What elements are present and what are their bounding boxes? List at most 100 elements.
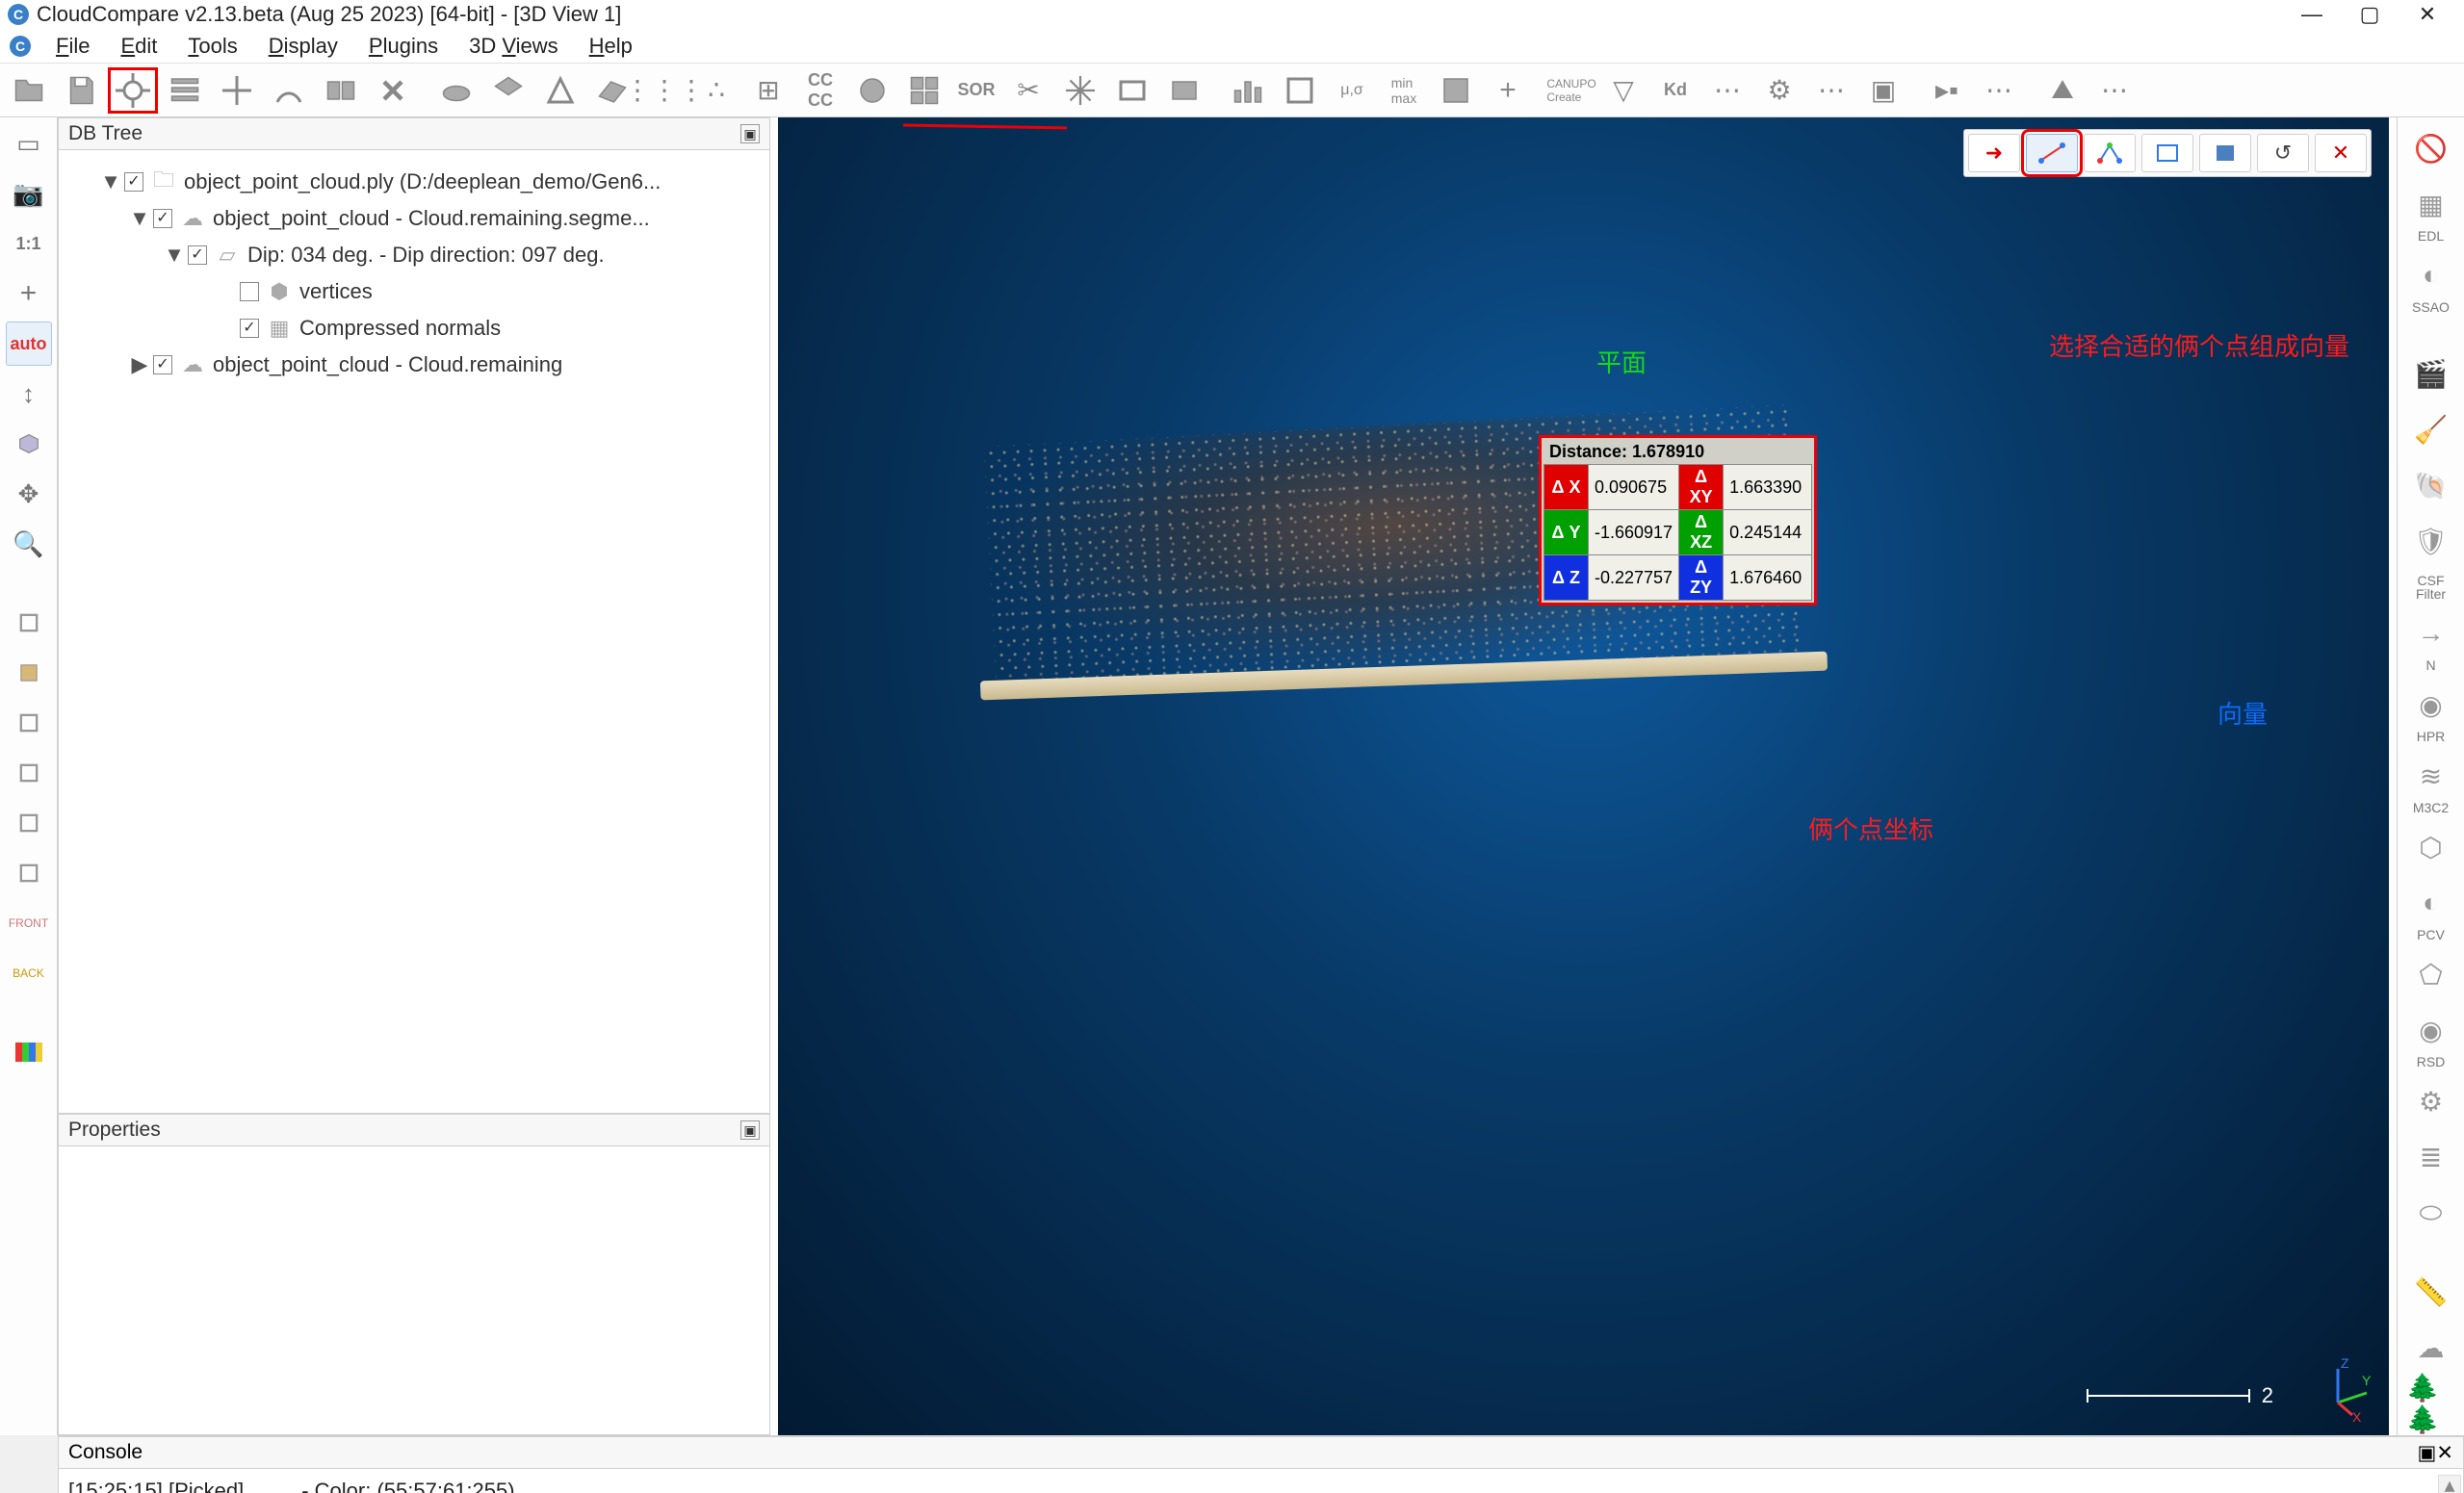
- plugin1-button[interactable]: ▣: [1858, 67, 1908, 114]
- gear2-button[interactable]: ⚙: [2406, 1078, 2456, 1124]
- gradient-button[interactable]: [1431, 67, 1481, 114]
- box1-button[interactable]: [1107, 67, 1157, 114]
- cross-section-button[interactable]: [1055, 67, 1105, 114]
- view-right-button[interactable]: [6, 851, 52, 895]
- tree-checkbox[interactable]: [124, 172, 143, 192]
- zoom-11-button[interactable]: 1:1: [6, 221, 52, 266]
- histogram-button[interactable]: [1223, 67, 1273, 114]
- tree-expand-icon[interactable]: ▼: [126, 206, 153, 231]
- tree-checkbox[interactable]: [240, 282, 259, 301]
- primitive-button[interactable]: [483, 67, 533, 114]
- cc-button[interactable]: CCCC: [795, 67, 845, 114]
- view-back-button[interactable]: [6, 751, 52, 795]
- gear-button[interactable]: ⚙: [1754, 67, 1804, 114]
- translate-button[interactable]: [212, 67, 262, 114]
- shell-button[interactable]: 🐚: [2406, 462, 2456, 508]
- connected-button[interactable]: ⊞: [743, 67, 793, 114]
- tree-checkbox[interactable]: [188, 245, 207, 265]
- colorscale-button[interactable]: [6, 1030, 52, 1074]
- tree-checkbox[interactable]: [240, 319, 259, 338]
- menu-help[interactable]: Help: [574, 34, 648, 59]
- point-list-button[interactable]: [160, 67, 210, 114]
- ruler-button[interactable]: 📏: [2406, 1269, 2456, 1315]
- rsd-button[interactable]: ◉: [2406, 1007, 2456, 1053]
- box2-button[interactable]: [1159, 67, 1209, 114]
- tree-checkbox[interactable]: [153, 209, 172, 228]
- poly-button[interactable]: ⬠: [2406, 951, 2456, 997]
- view-back2-button[interactable]: BACK: [6, 951, 52, 995]
- move-button[interactable]: ✥: [6, 472, 52, 516]
- more1-button[interactable]: ⋯: [1702, 67, 1752, 114]
- menu-3dviews[interactable]: 3D Views: [454, 34, 574, 59]
- properties-float-button[interactable]: ▣: [740, 1120, 760, 1140]
- pick-point-button[interactable]: ➜: [1968, 134, 2020, 172]
- menu-tools[interactable]: Tools: [172, 34, 252, 59]
- canupo-button[interactable]: CANUPOCreate: [1546, 67, 1596, 114]
- tree-row[interactable]: ▼☁object_point_cloud - Cloud.remaining.s…: [68, 200, 760, 237]
- sphere-button[interactable]: [847, 67, 897, 114]
- m3c2-button[interactable]: ≋: [2406, 753, 2456, 799]
- align-button[interactable]: [316, 67, 366, 114]
- db-tree-body[interactable]: ▼🗀object_point_cloud.ply (D:/deeplean_de…: [58, 150, 770, 1114]
- scroll-up-button[interactable]: ▴: [2439, 1476, 2460, 1493]
- layers-button[interactable]: ≣: [2406, 1134, 2456, 1180]
- add-sf-button[interactable]: +: [1483, 67, 1533, 114]
- menu-plugins[interactable]: Plugins: [353, 34, 454, 59]
- mesh-button[interactable]: [535, 67, 585, 114]
- shield-button[interactable]: 🛡: [2406, 518, 2456, 564]
- grid-button[interactable]: [899, 67, 949, 114]
- ellipse-button[interactable]: ⬭: [2406, 1190, 2456, 1236]
- tree-row[interactable]: ▦Compressed normals: [68, 310, 760, 347]
- tree-expand-icon[interactable]: ▼: [97, 169, 124, 194]
- db-tree-float-button[interactable]: ▣: [740, 124, 760, 143]
- ransac-button[interactable]: ▽: [1598, 67, 1648, 114]
- tree-checkbox[interactable]: [153, 355, 172, 374]
- menu-display[interactable]: Display: [253, 34, 353, 59]
- more3-button[interactable]: ⋯: [1974, 67, 2024, 114]
- pick-distance-button[interactable]: [2026, 134, 2078, 172]
- view-side-button[interactable]: [6, 701, 52, 745]
- pick-save-button[interactable]: [2199, 134, 2251, 172]
- view-left-button[interactable]: [6, 801, 52, 845]
- north-button[interactable]: →: [2406, 610, 2456, 656]
- save-file-button[interactable]: [56, 67, 106, 114]
- delete-button[interactable]: [368, 67, 418, 114]
- pick-angle-button[interactable]: [2084, 134, 2136, 172]
- console-scrollbar[interactable]: ▴: [2438, 1475, 2461, 1493]
- pick-undo-button[interactable]: ↺: [2257, 134, 2309, 172]
- display-default-button[interactable]: ▭: [6, 121, 52, 166]
- edl-button[interactable]: ▦: [2406, 181, 2456, 227]
- tree-row[interactable]: ▼▱Dip: 034 deg. - Dip direction: 097 deg…: [68, 237, 760, 273]
- sample-button[interactable]: ⋮⋮⋮: [639, 67, 689, 114]
- view-front-button[interactable]: [6, 651, 52, 695]
- iso1-button[interactable]: [6, 422, 52, 466]
- window-maximize-button[interactable]: ▢: [2341, 0, 2399, 29]
- sor-button[interactable]: SOR: [951, 67, 1001, 114]
- broom-button[interactable]: 🧹: [2406, 406, 2456, 452]
- open-file-button[interactable]: [4, 67, 54, 114]
- cloud2-button[interactable]: ☁: [2406, 1325, 2456, 1371]
- console-body[interactable]: [15:25:15] [Picked]- Color: (55;57;61;25…: [58, 1469, 2464, 1493]
- hpr-button[interactable]: ◉: [2406, 682, 2456, 728]
- plugin3-button[interactable]: ⛰: [2037, 67, 2088, 114]
- console-close-button[interactable]: ✕: [2436, 1441, 2453, 1465]
- cloud-button[interactable]: [431, 67, 481, 114]
- pcv-button[interactable]: ◐: [2406, 880, 2456, 926]
- zoom-button[interactable]: 🔍: [6, 522, 52, 566]
- window-close-button[interactable]: ✕: [2399, 0, 2456, 29]
- trees-button[interactable]: 🌲🌲: [2406, 1380, 2456, 1427]
- pick-close-button[interactable]: ✕: [2315, 134, 2367, 172]
- plugin2-button[interactable]: ▸▪: [1922, 67, 1972, 114]
- point-picking-button[interactable]: [108, 67, 158, 114]
- menu-file[interactable]: FFileile: [40, 34, 105, 59]
- view-top-button[interactable]: [6, 601, 52, 645]
- tree-expand-icon[interactable]: ▼: [161, 243, 188, 268]
- clapper-button[interactable]: 🎬: [2406, 350, 2456, 397]
- console-float-button[interactable]: ▣: [2418, 1441, 2437, 1465]
- hex-button[interactable]: ⬡: [2406, 824, 2456, 870]
- pick-center-button[interactable]: +: [6, 271, 52, 316]
- segment-button[interactable]: [264, 67, 314, 114]
- kd-button[interactable]: Kd: [1650, 67, 1700, 114]
- tree-expand-icon[interactable]: ▶: [126, 352, 153, 377]
- tree-row[interactable]: ▼🗀object_point_cloud.ply (D:/deeplean_de…: [68, 164, 760, 200]
